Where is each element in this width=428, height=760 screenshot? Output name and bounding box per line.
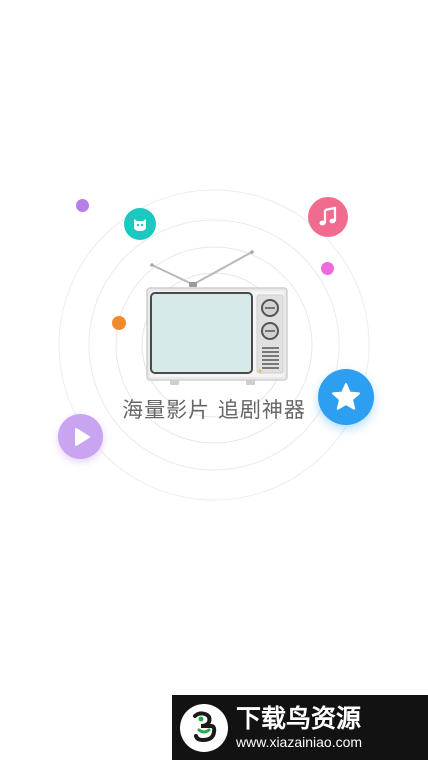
watermark-banner: 下载鸟资源 www.xiazainiao.com	[172, 695, 428, 760]
watermark-text: 下载鸟资源 www.xiazainiao.com	[236, 703, 363, 751]
purple-dot	[76, 199, 89, 212]
music-note-icon	[308, 197, 348, 237]
orange-dot	[112, 316, 126, 330]
splash-tagline: 海量影片 追剧神器	[122, 398, 306, 422]
bird-logo-icon	[180, 703, 228, 752]
watermark-url: www.xiazainiao.com	[236, 733, 363, 750]
watermark-title: 下载鸟资源	[236, 703, 362, 733]
cat-face-icon	[124, 208, 156, 240]
magenta-dot	[321, 262, 334, 275]
television-illustration	[146, 250, 288, 385]
